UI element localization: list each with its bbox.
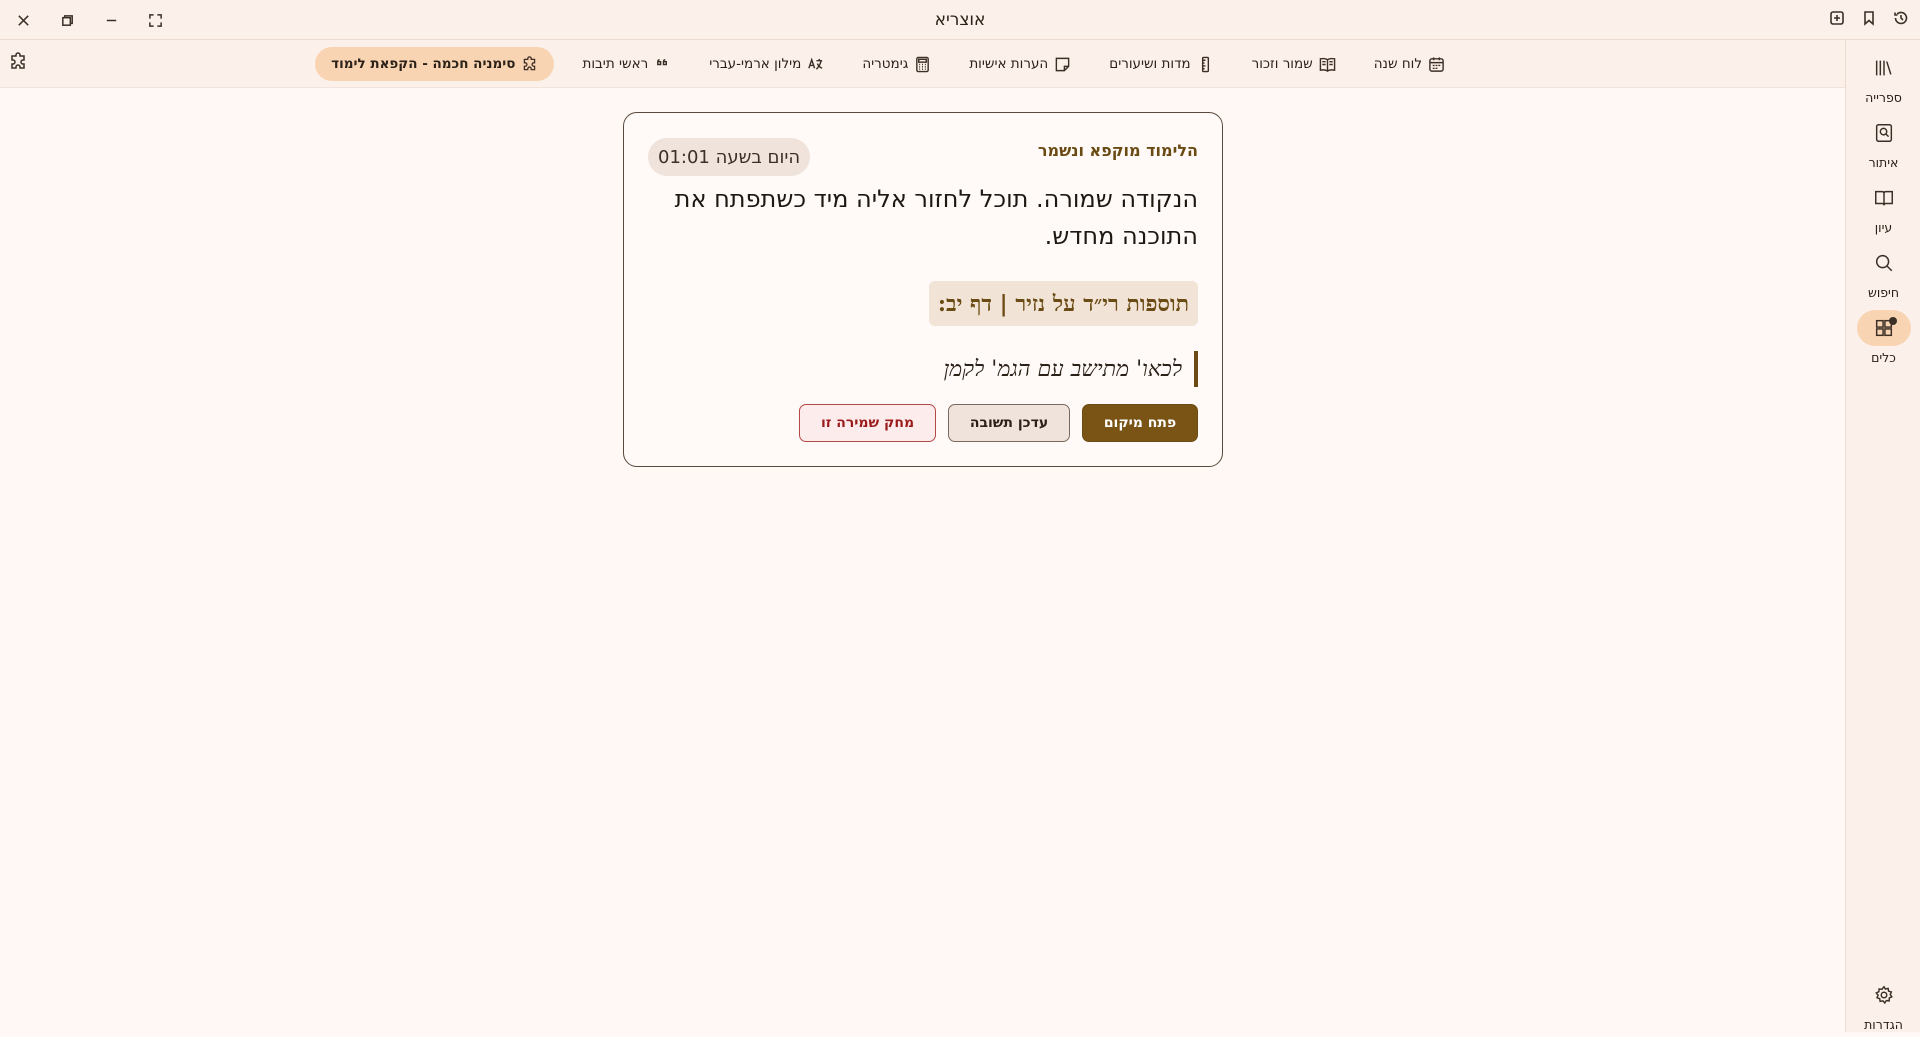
tool-calendar[interactable]: לוח שנה xyxy=(1364,47,1455,81)
tool-label: מילון ארמי-עברי xyxy=(709,56,802,72)
tool-measures[interactable]: מדות ושיעורים xyxy=(1099,47,1223,81)
puzzle-icon xyxy=(524,55,536,70)
sidebar-label: כלים xyxy=(1871,350,1896,365)
tool-label: גימטריה xyxy=(862,56,909,72)
sidebar-item-search[interactable]: חיפוש xyxy=(1846,245,1920,305)
search-icon xyxy=(1875,254,1892,272)
sidebar-label: הגדרות xyxy=(1864,1017,1903,1032)
tool-personal-notes[interactable]: הערות אישיות xyxy=(959,47,1081,81)
tools-toolbar: לוח שנה שמור וזכור מדות ושיעורים הערות א… xyxy=(0,40,1845,88)
tool-smart-bookmark[interactable]: סימניה חכמה - הקפאת לימוד xyxy=(315,47,555,81)
card-heading: הלימוד מוקפא ונשמר xyxy=(1037,141,1198,160)
quote-icon xyxy=(657,58,668,65)
tool-aramaic-dictionary[interactable]: מילון ארמי-עברי xyxy=(699,47,834,81)
title-bar: אוצריא xyxy=(0,0,1920,40)
sidebar-item-locate[interactable]: איתור xyxy=(1846,115,1920,175)
tool-label: הערות אישיות xyxy=(969,56,1049,72)
card-actions: פתח מיקום עדכן תשובה מחק שמירה זו xyxy=(799,404,1198,442)
tool-label: ראשי תיבות xyxy=(582,56,649,72)
ruler-icon xyxy=(1201,56,1209,72)
tool-abbreviations[interactable]: ראשי תיבות xyxy=(572,47,681,81)
add-tab-icon[interactable] xyxy=(1826,7,1848,29)
bookmark-icon[interactable] xyxy=(1858,7,1880,29)
sidebar-label: איתור xyxy=(1868,155,1899,170)
title-actions xyxy=(1826,7,1912,29)
tool-label: מדות ושיעורים xyxy=(1109,56,1191,72)
source-reference: תוספות רי״ד על נזיר | דף יב: xyxy=(928,281,1198,326)
sidebar-item-settings[interactable]: הגדרות xyxy=(1846,977,1920,1037)
find-book-icon xyxy=(1875,124,1892,142)
sidebar-label: ספרייה xyxy=(1865,90,1902,105)
tool-gematria[interactable]: גימטריה xyxy=(852,47,941,81)
gear-icon xyxy=(1874,985,1893,1005)
puzzle-settings-icon[interactable] xyxy=(8,52,28,76)
delete-save-button[interactable]: מחק שמירה זו xyxy=(799,404,936,442)
sidebar: ספרייה איתור עיון חיפוש כלים הגדרות xyxy=(1845,40,1920,1032)
tool-shamor-vezachor[interactable]: שמור וזכור xyxy=(1242,47,1346,81)
open-book-icon xyxy=(1319,57,1336,72)
sidebar-label: עיון xyxy=(1874,220,1893,235)
sidebar-item-tools[interactable]: כלים xyxy=(1846,310,1920,370)
book-open-icon xyxy=(1874,190,1893,206)
notification-dot xyxy=(1888,317,1897,325)
open-location-button[interactable]: פתח מיקום xyxy=(1082,404,1198,442)
saved-time-badge: היום בשעה 01:01 xyxy=(648,138,811,176)
card-message: הנקודה שמורה. תוכל לחזור אליה מיד כשתפתח… xyxy=(674,185,1198,250)
tools-list: לוח שנה שמור וזכור מדות ושיעורים הערות א… xyxy=(315,47,1455,81)
tool-label: שמור וזכור xyxy=(1251,56,1313,72)
history-icon[interactable] xyxy=(1890,7,1912,29)
sidebar-item-study[interactable]: עיון xyxy=(1846,180,1920,240)
library-icon xyxy=(1875,60,1892,76)
app-title: אוצריא xyxy=(934,10,986,30)
tool-label: סימניה חכמה - הקפאת לימוד xyxy=(331,56,516,72)
update-answer-button[interactable]: עדכן תשובה xyxy=(948,404,1070,442)
translate-icon xyxy=(808,57,823,70)
tool-label: לוח שנה xyxy=(1373,56,1422,72)
calculator-icon xyxy=(916,56,930,72)
sidebar-label: חיפוש xyxy=(1867,285,1900,300)
calendar-icon xyxy=(1429,56,1444,72)
saved-quote: לכאו' מתישב עם הגמ' לקמן xyxy=(944,351,1198,387)
sticky-note-icon xyxy=(1055,57,1070,71)
saved-study-card: הלימוד מוקפא ונשמר היום בשעה 01:01 הנקוד… xyxy=(623,112,1223,467)
sidebar-item-library[interactable]: ספרייה xyxy=(1846,50,1920,110)
